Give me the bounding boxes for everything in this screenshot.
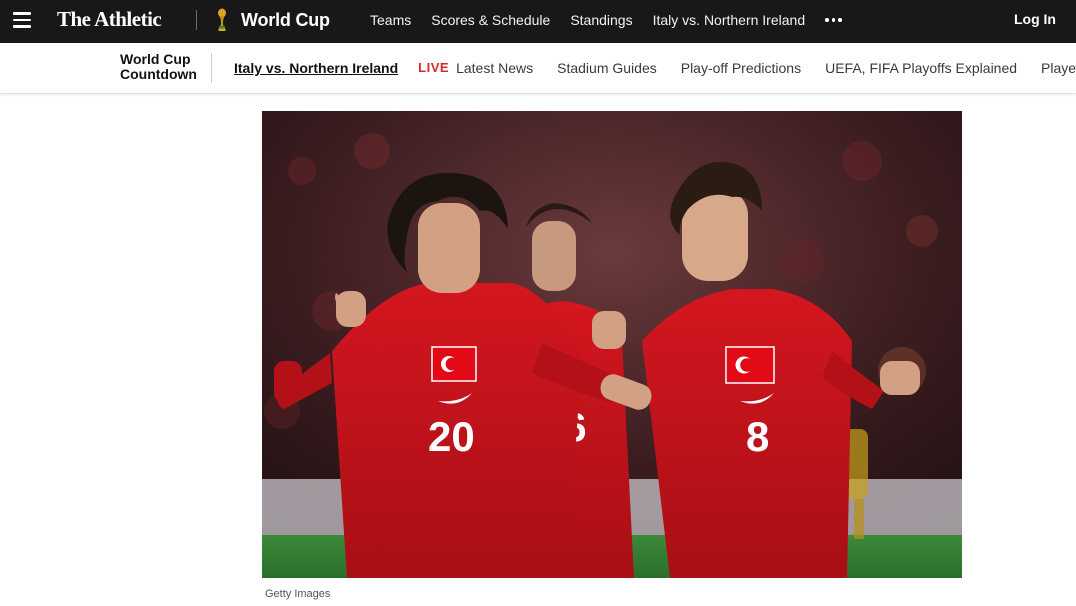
subnav-item-italy-northern-ireland[interactable]: Italy vs. Northern Ireland <box>234 59 398 77</box>
hero-photo: 16 20 <box>262 111 962 578</box>
subnav-item-players-to-watch[interactable]: Players to Watch <box>1041 59 1076 77</box>
trophy-icon <box>218 8 226 31</box>
top-navigation-bar: The Athletic World Cup Teams Scores & Sc… <box>0 0 1076 43</box>
nav-item-italy-northern-ireland[interactable]: Italy vs. Northern Ireland <box>653 10 806 30</box>
live-badge: LIVE <box>418 60 450 75</box>
login-button[interactable]: Log In <box>1014 10 1056 28</box>
subnav-item-playoff-predictions[interactable]: Play-off Predictions <box>681 59 801 77</box>
section-title[interactable]: World Cup <box>241 8 330 32</box>
hero-photo-illustration: 16 20 <box>262 111 962 578</box>
site-logo[interactable]: The Athletic <box>57 6 162 33</box>
nav-item-scores-schedule[interactable]: Scores & Schedule <box>431 10 550 30</box>
photo-credit: Getty Images <box>265 588 331 600</box>
countdown-line-2: Countdown <box>120 66 197 82</box>
subnav-item-stadium-guides[interactable]: Stadium Guides <box>557 59 657 77</box>
subnav-item-uefa-fifa-playoffs[interactable]: UEFA, FIFA Playoffs Explained <box>825 59 1017 77</box>
menu-icon[interactable] <box>13 12 31 28</box>
jersey-number-20: 20 <box>428 413 475 460</box>
primary-nav: Teams Scores & Schedule Standings Italy … <box>370 10 842 30</box>
world-cup-countdown-label[interactable]: World Cup Countdown <box>120 52 210 82</box>
secondary-navigation-bar: World Cup Countdown Italy vs. Northern I… <box>0 43 1076 94</box>
subnav-item-latest-news[interactable]: Latest News <box>456 59 533 77</box>
nav-item-standings[interactable]: Standings <box>570 10 632 30</box>
nav-item-teams[interactable]: Teams <box>370 10 411 30</box>
subnav-links: Italy vs. Northern Ireland LIVE Latest N… <box>234 59 1076 77</box>
more-icon[interactable] <box>825 10 842 30</box>
brand-divider <box>196 10 197 30</box>
jersey-number-8: 8 <box>746 413 769 460</box>
countdown-line-1: World Cup <box>120 51 191 67</box>
subnav-divider <box>211 53 212 83</box>
